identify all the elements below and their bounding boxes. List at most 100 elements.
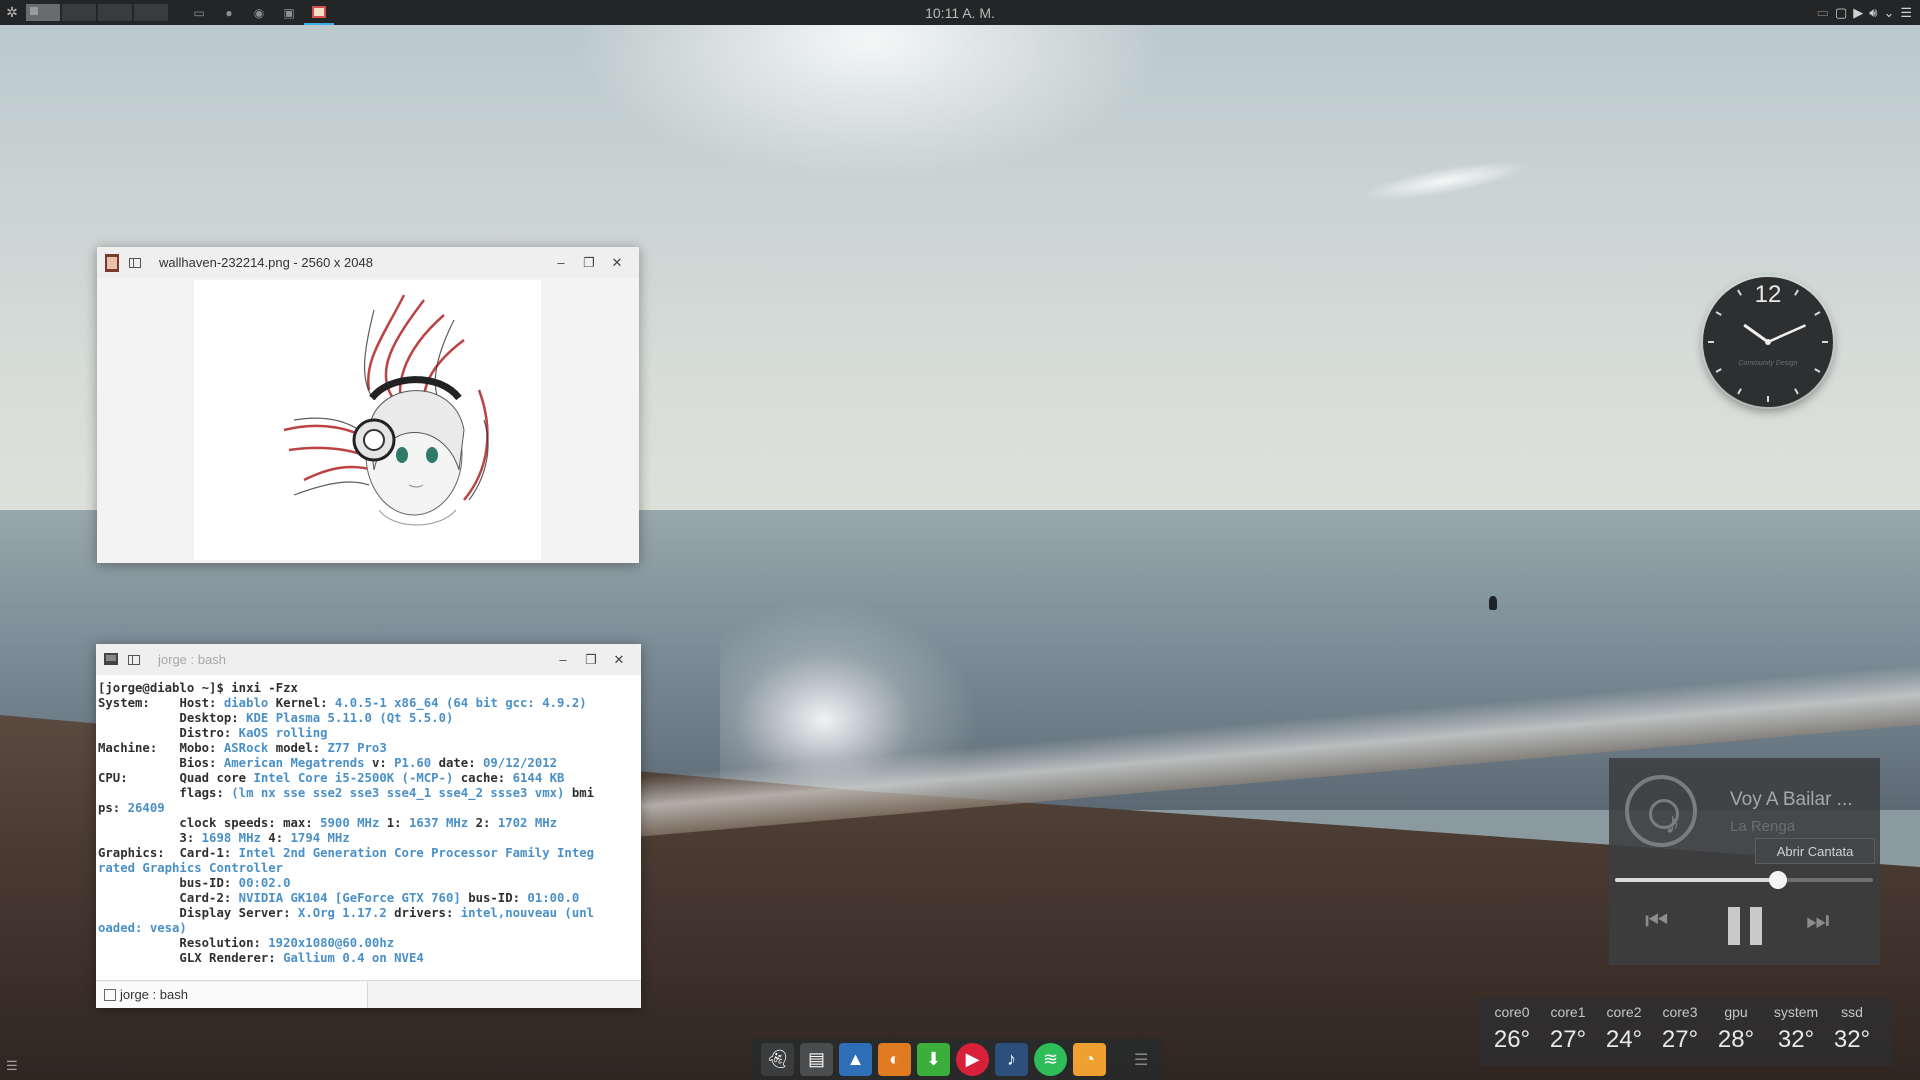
close-button[interactable]: ✕: [603, 255, 631, 271]
minimize-button[interactable]: –: [549, 652, 577, 667]
terminal-text: clock speeds:: [98, 816, 284, 830]
application-launcher-icon[interactable]: ✲: [0, 0, 24, 25]
clock-tick: [1794, 388, 1799, 395]
track-title: Voy A Bailar ...: [1730, 789, 1853, 810]
terminal-text: 1920x1080@60.00hz: [268, 936, 395, 950]
terminal-text: Card-1:: [179, 846, 239, 860]
image-canvas[interactable]: [97, 278, 639, 563]
terminal-line: ps: 26409: [98, 801, 638, 816]
sensor-value: 27°: [1549, 1026, 1587, 1053]
terminal-text: Desktop:: [98, 711, 247, 725]
sensor-label: core1: [1550, 1004, 1586, 1020]
terminal-window[interactable]: jorge : bash – ❐ ✕ [jorge@diablo ~]$ inx…: [96, 644, 641, 1008]
tray-device-icon[interactable]: ▭: [1817, 5, 1829, 21]
dock-menu-icon[interactable]: ☰: [1134, 1050, 1148, 1070]
skip-previous-icon[interactable]: ⏮: [1645, 905, 1668, 937]
anime-headphones-illustration: [283, 294, 489, 526]
pager-desktop-3[interactable]: [98, 4, 132, 21]
terminal-text: 01:00.0: [527, 891, 580, 905]
window-menu-icon[interactable]: [128, 654, 140, 665]
terminal-text: 09/12/2012: [483, 756, 558, 770]
task-media-icon[interactable]: ●: [214, 0, 244, 25]
sensor-core3: core3 27°: [1654, 1004, 1706, 1054]
terminal-tab-bar: jorge : bash: [96, 980, 641, 1008]
cantata-app-icon[interactable]: ♪: [995, 1043, 1028, 1076]
track-artist: La Renga: [1730, 818, 1796, 835]
media-player-app-icon[interactable]: ▶: [956, 1043, 989, 1076]
window-title: wallhaven-232214.png - 2560 x 2048: [159, 255, 373, 270]
maximize-button[interactable]: ❐: [577, 652, 605, 668]
ghost-app-icon[interactable]: 👻︎: [761, 1043, 794, 1076]
terminal-line: clock speeds: max: 5900 MHz 1: 1637 MHz …: [98, 816, 638, 831]
terminal-line: Card-2: NVIDIA GK104 [GeForce GTX 760] b…: [98, 891, 638, 906]
minimize-button[interactable]: –: [547, 255, 575, 270]
tray-menu-icon[interactable]: ☰: [1900, 5, 1912, 21]
terminal-line: CPU: Quad core Intel Core i5-2500K (-MCP…: [98, 771, 638, 786]
task-terminal-icon[interactable]: ▣: [274, 0, 304, 25]
terminal-titlebar[interactable]: jorge : bash – ❐ ✕: [96, 644, 641, 675]
terminal-text: 26409: [127, 801, 165, 815]
spotify-app-icon[interactable]: ≋: [1034, 1043, 1067, 1076]
terminal-text: Distro:: [98, 726, 239, 740]
terminal-app-icon[interactable]: ▤: [800, 1043, 833, 1076]
terminal-text: Quad core: [179, 771, 254, 785]
seek-slider[interactable]: [1615, 871, 1873, 889]
firefox-app-icon[interactable]: ◐: [878, 1043, 911, 1076]
maximize-button[interactable]: ❐: [575, 255, 603, 271]
sensor-gpu: gpu 28°: [1710, 1004, 1762, 1054]
terminal-tab[interactable]: jorge : bash: [96, 981, 368, 1008]
sensor-value: 27°: [1661, 1026, 1699, 1053]
task-folder-icon[interactable]: ▭: [184, 0, 214, 25]
terminal-text: ps:: [98, 801, 128, 815]
task-image-viewer-icon[interactable]: [304, 0, 334, 25]
pager-desktop-1[interactable]: [26, 4, 60, 21]
terminal-output[interactable]: [jorge@diablo ~]$ inxi -Fzx System: Host:…: [98, 681, 638, 971]
terminal-text: American Megatrends: [223, 756, 372, 770]
terminal-text: drivers:: [394, 906, 461, 920]
sensor-label: system: [1773, 1004, 1819, 1020]
file-manager-app-icon[interactable]: ▲: [839, 1043, 872, 1076]
image-viewer-window[interactable]: wallhaven-232214.png - 2560 x 2048 – ❐ ✕: [97, 247, 639, 563]
terminal-line: GLX Renderer: Gallium 0.4 on NVE4: [98, 951, 638, 966]
tray-play-icon[interactable]: ▶: [1853, 5, 1863, 21]
analog-clock-widget[interactable]: 12 Community Design: [1703, 277, 1833, 407]
desktop-toolbox-icon[interactable]: ☰: [6, 1058, 18, 1074]
task-cantata-icon[interactable]: ◉: [244, 0, 274, 25]
image-viewer-titlebar[interactable]: wallhaven-232214.png - 2560 x 2048 – ❐ ✕: [97, 247, 639, 278]
system-tray: ▭ ▢ ▶ 🔊︎ ⌄ ☰: [1817, 0, 1912, 25]
pager-desktop-2[interactable]: [62, 4, 96, 21]
pager-desktop-4[interactable]: [134, 4, 168, 21]
terminal-app-icon[interactable]: [104, 651, 118, 669]
terminal-text: X.Org 1.17.2: [297, 906, 395, 920]
terminal-line: Resolution: 1920x1080@60.00hz: [98, 936, 638, 951]
pause-button[interactable]: [1726, 907, 1764, 945]
sensor-label: ssd: [1841, 1004, 1863, 1020]
sensor-core1: core1 27°: [1542, 1004, 1594, 1054]
sensor-label: core2: [1606, 1004, 1642, 1020]
terminal-text: 4:: [268, 831, 291, 845]
window-menu-icon[interactable]: [129, 257, 141, 268]
terminal-line: Distro: KaOS rolling: [98, 726, 638, 741]
skip-next-icon[interactable]: ⏭: [1806, 905, 1829, 937]
download-manager-app-icon[interactable]: ⬇: [917, 1043, 950, 1076]
image-viewer-app-icon[interactable]: ◔: [1073, 1043, 1106, 1076]
media-player-widget: Voy A Bailar ... La Renga Abrir Cantata …: [1609, 758, 1880, 965]
tray-expand-chevron-icon[interactable]: ⌄: [1883, 5, 1894, 21]
terminal-text: Bios:: [98, 756, 224, 770]
image-viewer-app-icon[interactable]: [105, 253, 119, 272]
sensor-value: 26°: [1493, 1026, 1531, 1053]
terminal-line: Graphics: Card-1: Intel 2nd Generation C…: [98, 846, 638, 861]
terminal-tab-icon: [104, 988, 116, 1001]
terminal-text: 3:: [98, 831, 202, 845]
sensor-label: core3: [1662, 1004, 1698, 1020]
terminal-text: 2:: [475, 816, 498, 830]
tray-window-icon[interactable]: ▢: [1835, 5, 1847, 21]
close-button[interactable]: ✕: [605, 652, 633, 668]
seek-handle[interactable]: [1768, 871, 1787, 889]
window-title: jorge : bash: [158, 652, 226, 667]
open-cantata-button[interactable]: Abrir Cantata: [1755, 838, 1875, 864]
terminal-line: System: Host: diablo Kernel: 4.0.5-1 x86…: [98, 696, 638, 711]
terminal-text: Mobo:: [179, 741, 224, 755]
clock-hour-hand: [1743, 324, 1770, 344]
tray-volume-icon[interactable]: 🔊︎: [1869, 5, 1877, 21]
